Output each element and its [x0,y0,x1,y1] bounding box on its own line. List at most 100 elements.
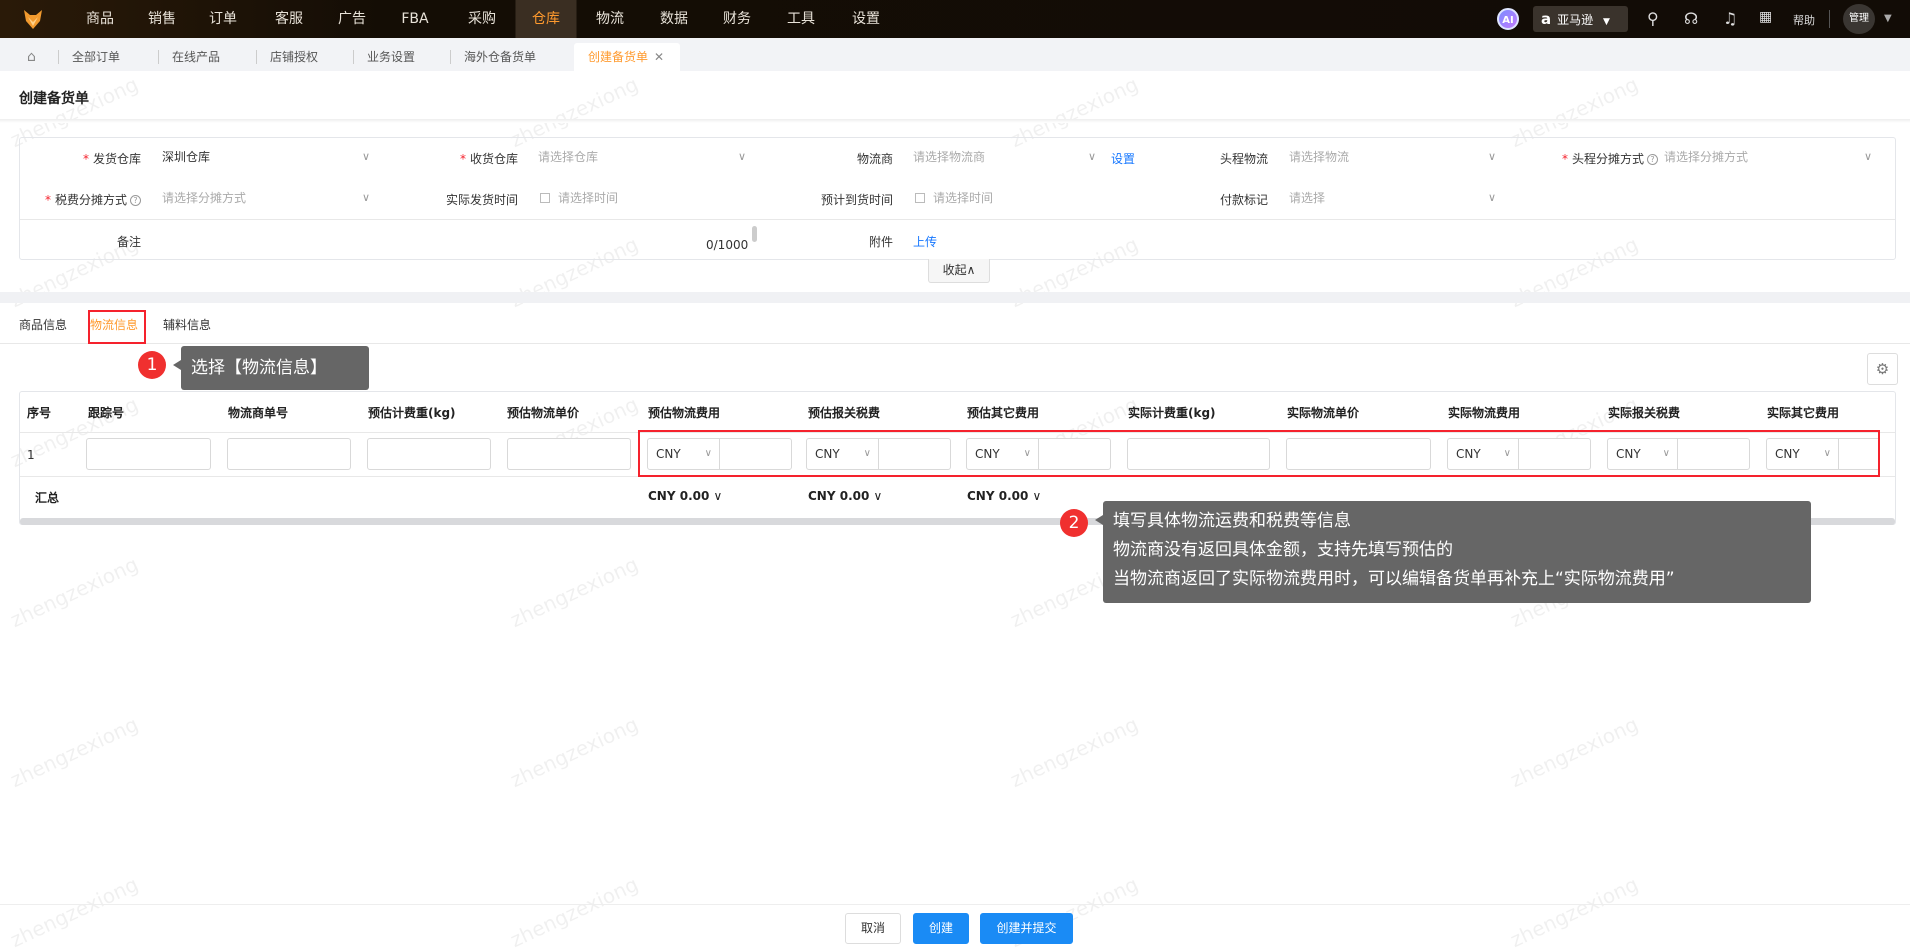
chevron-down-icon: ∨ [737,150,746,163]
carrier-select[interactable]: 请选择物流商 ∨ [913,145,1100,169]
chevron-up-icon: ∧ [966,263,976,277]
chevron-down-icon: ∨ [1032,489,1042,503]
help-link[interactable]: 帮助 [1793,12,1815,28]
user-menu-caret-icon[interactable]: ▼ [1884,13,1892,24]
remark-label: 备注 [116,235,141,249]
nav-item[interactable]: 商品 [82,0,118,38]
chevron-down-icon: ∨ [1863,150,1872,163]
user-avatar[interactable]: 管理 [1843,4,1875,34]
nav-item[interactable]: 工具 [783,0,819,38]
headset-icon[interactable]: ☊ [1684,9,1698,28]
bell-icon[interactable]: ♫ [1723,9,1737,28]
close-tab-icon[interactable]: ✕ [654,50,664,64]
divider [0,119,1910,123]
nav-item[interactable]: 广告 [334,0,370,38]
annotation-line: 填写具体物流运费和税费等信息 [1113,511,1351,531]
summary-est-other[interactable]: CNY 0.00 ∨ [967,489,1041,503]
annotation-line: 物流商没有返回具体金额，支持先填写预估的 [1113,540,1453,560]
column-header: 跟踪号 [88,406,125,420]
actual-ship-time-label: 实际发货时间 [445,193,518,207]
cell-input[interactable] [227,438,351,470]
first-leg-alloc-select[interactable]: 请选择分摊方式 ∨ [1664,145,1876,169]
summary-label: 汇总 [35,491,60,505]
nav-item[interactable]: 数据 [656,0,692,38]
caret-down-icon: ▼ [1602,17,1610,27]
tax-alloc-select[interactable]: 请选择分摊方式 ∨ [162,186,374,210]
column-header: 预估报关税费 [808,406,881,420]
ship-warehouse-select[interactable]: 深圳仓库 ∨ [162,145,374,169]
site-select[interactable]: a 亚马逊 ▼ [1533,6,1628,32]
chevron-down-icon: ∨ [361,191,370,204]
summary-est-logistics[interactable]: CNY 0.00 ∨ [648,489,722,503]
watermark: zhengzexiong [6,711,142,793]
annotation-tooltip: 选择【物流信息】 [173,346,369,390]
column-header: 预估物流单价 [507,406,580,420]
summary-est-tax[interactable]: CNY 0.00 ∨ [808,489,882,503]
tab-online-products[interactable]: 在线产品 [166,43,226,71]
nav-item[interactable]: 客服 [271,0,307,38]
column-header: 实际其它费用 [1767,406,1840,420]
nav-item[interactable]: 销售 [144,0,180,38]
chevron-down-icon: ∨ [1487,150,1496,163]
cell-input[interactable] [507,438,631,470]
annotation-tooltip: 填写具体物流运费和税费等信息 物流商没有返回具体金额，支持先填写预估的 当物流商… [1095,501,1811,603]
nav-item[interactable]: 财务 [719,0,755,38]
help-icon: ? [1647,154,1658,165]
fox-logo-icon[interactable] [22,8,44,30]
nav-item[interactable]: FBA [397,0,432,38]
payment-mark-select[interactable]: 请选择 ∨ [1289,186,1500,210]
attachment-label: 附件 [868,235,893,249]
eta-picker[interactable]: 请选择时间 [915,186,1100,210]
apps-grid-icon[interactable]: ▦ [1759,9,1772,25]
tab-overseas-stock-orders[interactable]: 海外仓备货单 [458,43,542,71]
payment-mark-label: 付款标记 [1219,193,1268,207]
watermark: zhengzexiong [506,711,642,793]
remark-textarea[interactable] [160,226,758,256]
nav-item[interactable]: 订单 [205,0,241,38]
watermark: zhengzexiong [6,551,142,633]
calendar-icon [915,193,925,203]
tab-store-auth[interactable]: 店铺授权 [264,43,324,71]
nav-item[interactable]: 仓库 [515,0,577,38]
search-icon[interactable]: ⚲ [1647,9,1659,28]
page-title: 创建备货单 [19,91,89,107]
upload-link[interactable]: 上传 [913,233,937,250]
create-button[interactable]: 创建 [913,913,969,944]
textarea-scrollbar[interactable] [752,226,757,242]
first-leg-alloc-label: * 头程分摊方式? [1523,150,1658,167]
carrier-label: 物流商 [856,152,893,166]
column-settings-gear-icon[interactable]: ⚙ [1867,353,1898,385]
chevron-down-icon: ∨ [1487,191,1496,204]
collapse-button[interactable]: 收起∧ [928,259,990,283]
nav-item[interactable]: 设置 [848,0,884,38]
tab-business-settings[interactable]: 业务设置 [361,43,421,71]
help-icon: ? [130,195,141,206]
column-header: 预估计费重(kg) [368,406,456,420]
watermark: zhengzexiong [1506,711,1642,793]
nav-item[interactable]: 物流 [592,0,628,38]
nav-item[interactable]: 采购 [464,0,500,38]
home-icon[interactable]: ⌂ [27,49,36,65]
first-leg-select[interactable]: 请选择物流 ∨ [1289,145,1500,169]
column-header: 物流商单号 [228,406,289,420]
ai-button[interactable]: AI [1497,8,1519,30]
tab-materials-info[interactable]: 辅料信息 [163,316,211,333]
watermark: zhengzexiong [1506,871,1642,952]
tab-all-orders[interactable]: 全部订单 [66,43,126,71]
tab-product-info[interactable]: 商品信息 [19,316,67,333]
cell-input[interactable] [367,438,491,470]
carrier-settings-link[interactable]: 设置 [1111,150,1135,167]
cancel-button[interactable]: 取消 [845,913,901,944]
chevron-down-icon: ∨ [873,489,883,503]
calendar-icon [540,193,550,203]
create-submit-button[interactable]: 创建并提交 [980,913,1073,944]
tab-create-stock-order[interactable]: 创建备货单 ✕ [574,43,680,71]
recv-warehouse-select[interactable]: 请选择仓库 ∨ [538,145,750,169]
actual-ship-time-picker[interactable]: 请选择时间 [540,186,750,210]
watermark: zhengzexiong [6,871,142,952]
section-separator [0,292,1910,303]
watermark: zhengzexiong [506,871,642,952]
site-select-value: 亚马逊 [1557,13,1594,27]
row-index: 1 [27,448,35,462]
cell-input[interactable] [86,438,211,470]
